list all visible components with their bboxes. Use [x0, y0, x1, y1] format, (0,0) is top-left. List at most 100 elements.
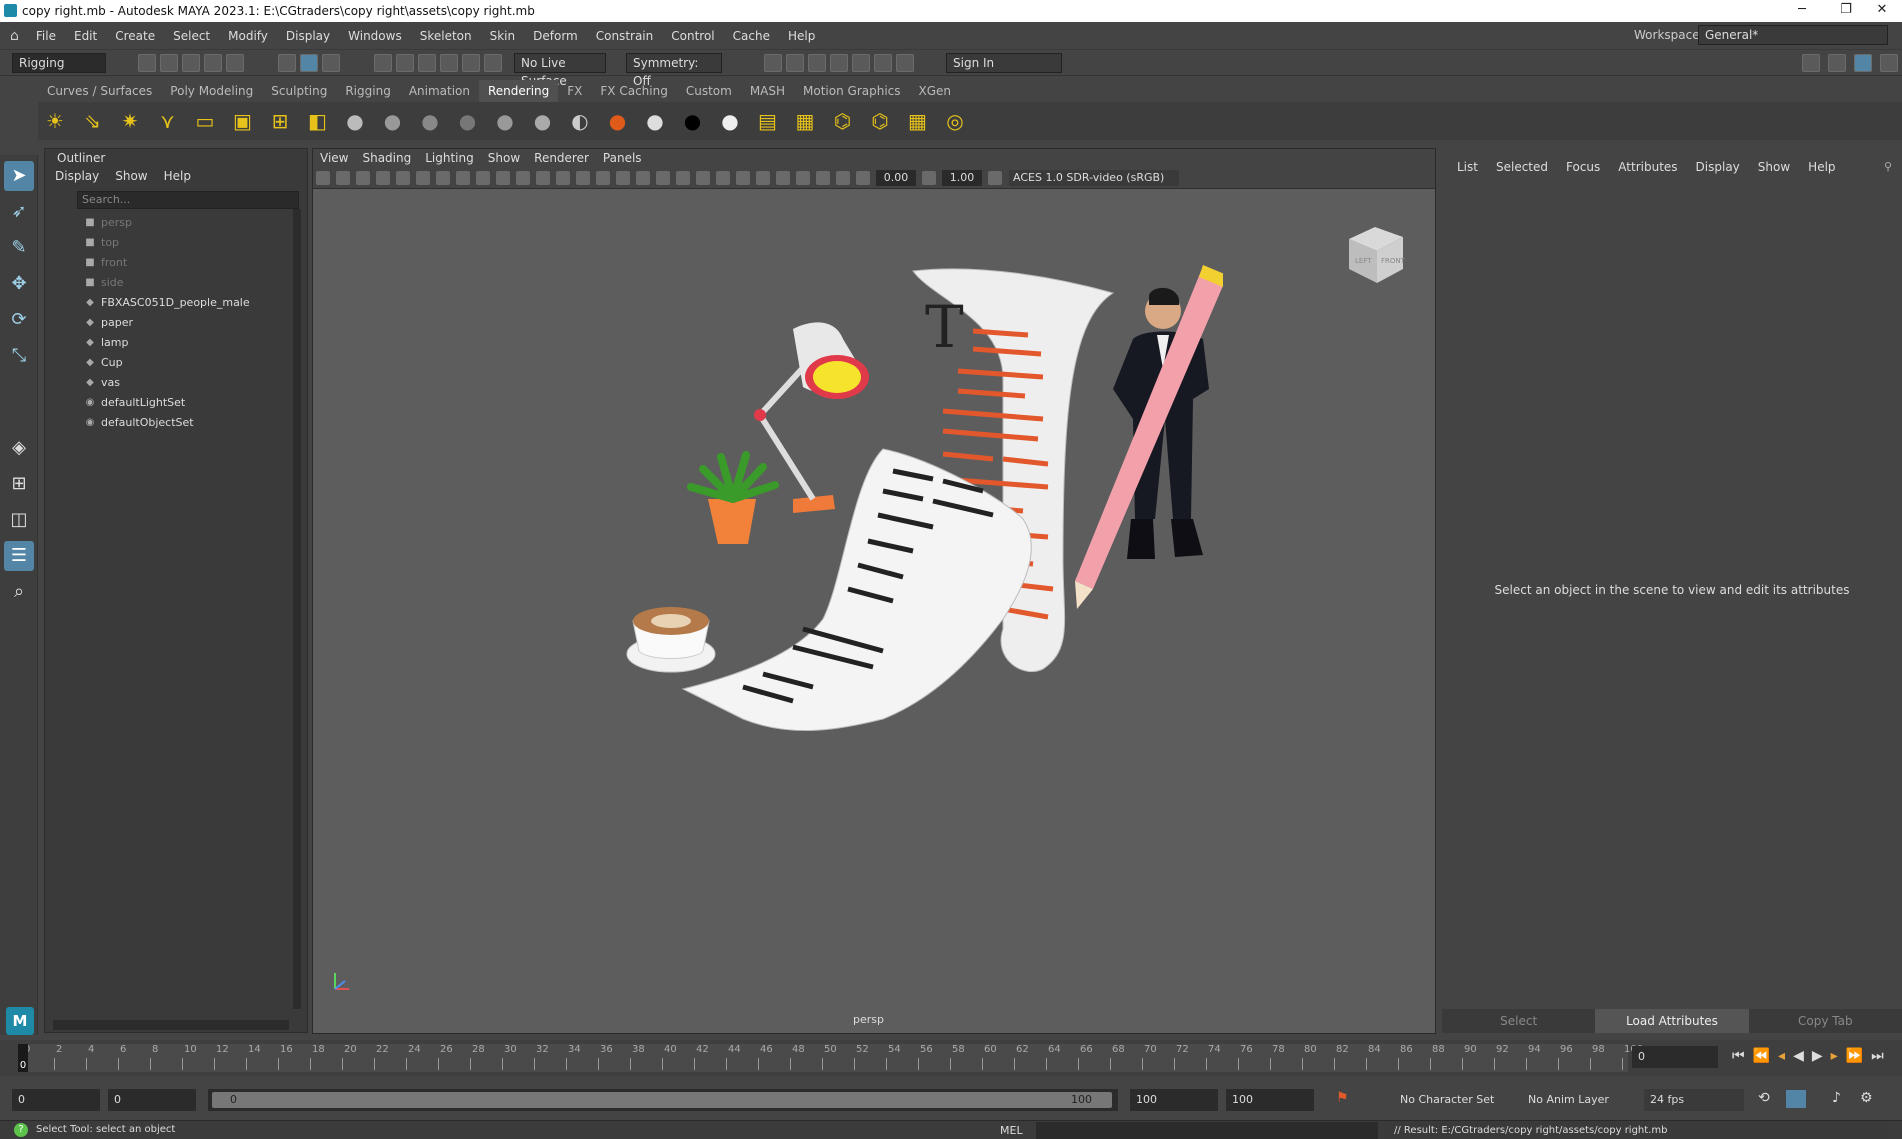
phong-e-shader-icon[interactable]: ● — [454, 107, 482, 135]
select-button[interactable]: Select — [1442, 1009, 1596, 1033]
shelf-tab[interactable]: Animation — [400, 80, 479, 102]
attr-menu-item[interactable]: Display — [1696, 148, 1740, 186]
workspace-select[interactable]: General* — [1698, 25, 1888, 45]
outliner-menu-item[interactable]: Show — [115, 169, 147, 183]
live-surface-field[interactable]: No Live Surface — [514, 52, 606, 88]
antialiasing-icon[interactable] — [736, 170, 750, 185]
move-tool-icon[interactable]: ✥ — [4, 269, 34, 299]
bookmarks-icon[interactable] — [356, 170, 370, 185]
tool-settings-icon[interactable] — [1880, 54, 1898, 72]
auto-key-icon[interactable]: ⚑ — [1336, 1090, 1349, 1106]
command-input[interactable] — [1036, 1122, 1378, 1139]
outliner-item[interactable]: ◉ defaultObjectSet — [45, 413, 307, 433]
minimize-button[interactable]: ─ — [1780, 0, 1824, 22]
use-background-icon[interactable]: ● — [641, 107, 669, 135]
render-view-icon[interactable] — [764, 53, 782, 72]
gate-mask-icon[interactable] — [496, 170, 510, 185]
safe-action-icon[interactable] — [536, 170, 550, 185]
step-back-frame-icon[interactable]: ◂ — [1778, 1048, 1785, 1064]
playback-start-field[interactable]: 0 — [108, 1089, 196, 1111]
attr-menu-item[interactable]: Help — [1808, 148, 1835, 186]
outliner-item[interactable]: ■ side — [45, 273, 307, 293]
menu-skin[interactable]: Skin — [490, 29, 516, 43]
persp-outliner-icon[interactable]: ◫ — [4, 505, 34, 535]
shelf-tab[interactable]: FX — [558, 80, 591, 102]
menu-windows[interactable]: Windows — [348, 29, 402, 43]
render-frame-icon[interactable] — [786, 53, 804, 72]
render-settings-icon[interactable] — [830, 53, 848, 72]
play-back-icon[interactable]: ◀ — [1793, 1048, 1804, 1064]
safe-title-icon[interactable] — [556, 170, 570, 185]
outliner-item[interactable]: ◉ defaultLightSet — [45, 393, 307, 413]
outliner-item[interactable]: ■ front — [45, 253, 307, 273]
rotate-tool-icon[interactable]: ⟳ — [4, 305, 34, 335]
lights-icon[interactable] — [656, 170, 670, 185]
select-hierarchy-icon[interactable] — [278, 53, 296, 72]
shelf-tab[interactable]: MASH — [741, 80, 794, 102]
attr-menu-item[interactable]: List — [1457, 148, 1478, 186]
redo-icon[interactable] — [226, 53, 244, 72]
sign-in-button[interactable]: Sign In — [946, 52, 1062, 73]
menu-constrain[interactable]: Constrain — [596, 29, 654, 43]
go-to-start-icon[interactable]: ⏮ — [1732, 1048, 1745, 1064]
wireframe-on-shaded-icon[interactable] — [616, 170, 630, 185]
menu-control[interactable]: Control — [671, 29, 714, 43]
camera-aim-icon[interactable]: ◧ — [304, 107, 332, 135]
four-view-icon[interactable]: ⊞ — [4, 469, 34, 499]
menu-skeleton[interactable]: Skeleton — [420, 29, 472, 43]
image-plane-icon[interactable] — [376, 170, 390, 185]
menu-create[interactable]: Create — [115, 29, 155, 43]
film-gate-icon[interactable] — [456, 170, 470, 185]
attr-menu-item[interactable]: Attributes — [1618, 148, 1677, 186]
arnold-icon[interactable]: ◎ — [941, 107, 969, 135]
close-button[interactable]: ✕ — [1860, 0, 1902, 22]
open-scene-icon[interactable] — [160, 53, 178, 72]
range-handle[interactable] — [212, 1092, 1112, 1108]
ipr-render-icon[interactable] — [808, 53, 826, 72]
shelf-tab[interactable]: Rendering — [479, 80, 559, 102]
surface-shader-icon[interactable]: ● — [604, 107, 632, 135]
anim-prefs-icon[interactable]: ⚙ — [1860, 1090, 1873, 1106]
lasso-tool-icon[interactable]: ➶ — [4, 197, 34, 227]
shelf-tab[interactable]: Sculpting — [262, 80, 336, 102]
step-forward-frame-icon[interactable]: ▸ — [1831, 1048, 1838, 1064]
new-scene-icon[interactable] — [138, 53, 156, 72]
current-frame-marker[interactable]: 0 — [18, 1044, 28, 1072]
shelf-tab[interactable]: Custom — [677, 80, 741, 102]
scale-tool-icon[interactable]: ⤡ — [4, 341, 34, 371]
playback-end-field[interactable]: 100 — [1130, 1089, 1218, 1111]
shelf-tab[interactable]: FX Caching — [591, 80, 676, 102]
cache-playback-icon[interactable] — [1786, 1090, 1806, 1108]
viewport-menu-item[interactable]: Lighting — [425, 149, 474, 167]
snap-live-icon[interactable] — [484, 53, 502, 72]
pin-icon[interactable]: ⚲ — [1884, 160, 1892, 173]
viewport-menu-item[interactable]: Renderer — [534, 149, 589, 167]
viewport-menu-item[interactable]: View — [320, 149, 348, 167]
menu-display[interactable]: Display — [286, 29, 330, 43]
command-mode-label[interactable]: MEL — [1000, 1124, 1023, 1137]
attribute-editor-icon[interactable] — [1854, 54, 1872, 72]
gamma-field[interactable]: 0.00 — [876, 169, 916, 186]
render-layer-icon[interactable]: ▦ — [904, 107, 932, 135]
exposure-icon[interactable] — [856, 170, 870, 185]
step-back-key-icon[interactable]: ⏪ — [1753, 1048, 1770, 1064]
render-sequence-icon[interactable]: ▤ — [754, 107, 782, 135]
symmetry-select[interactable]: Symmetry: Off — [626, 52, 722, 88]
blinn-shader-icon[interactable]: ● — [341, 107, 369, 135]
viewport-menu-item[interactable]: Shading — [362, 149, 411, 167]
white-shader-icon[interactable]: ● — [716, 107, 744, 135]
snap-view-icon[interactable] — [462, 53, 480, 72]
ramp-shader-icon[interactable]: ◐ — [566, 107, 594, 135]
menu-modify[interactable]: Modify — [228, 29, 268, 43]
select-object-icon[interactable] — [300, 53, 318, 72]
outliner-item[interactable]: ■ persp — [45, 213, 307, 233]
menu-select[interactable]: Select — [173, 29, 210, 43]
shelf-tab[interactable]: Rigging — [336, 80, 399, 102]
save-scene-icon[interactable] — [182, 53, 200, 72]
directional-light-icon[interactable]: ⇘ — [79, 107, 107, 135]
outliner-item[interactable]: ◆ paper — [45, 313, 307, 333]
gamma-icon[interactable] — [922, 170, 936, 185]
viewcube[interactable]: LEFT FRONT — [1341, 217, 1413, 289]
menuset-select[interactable]: Rigging — [12, 52, 106, 73]
colorspace-select[interactable]: ACES 1.0 SDR-video (sRGB) — [1009, 169, 1179, 186]
